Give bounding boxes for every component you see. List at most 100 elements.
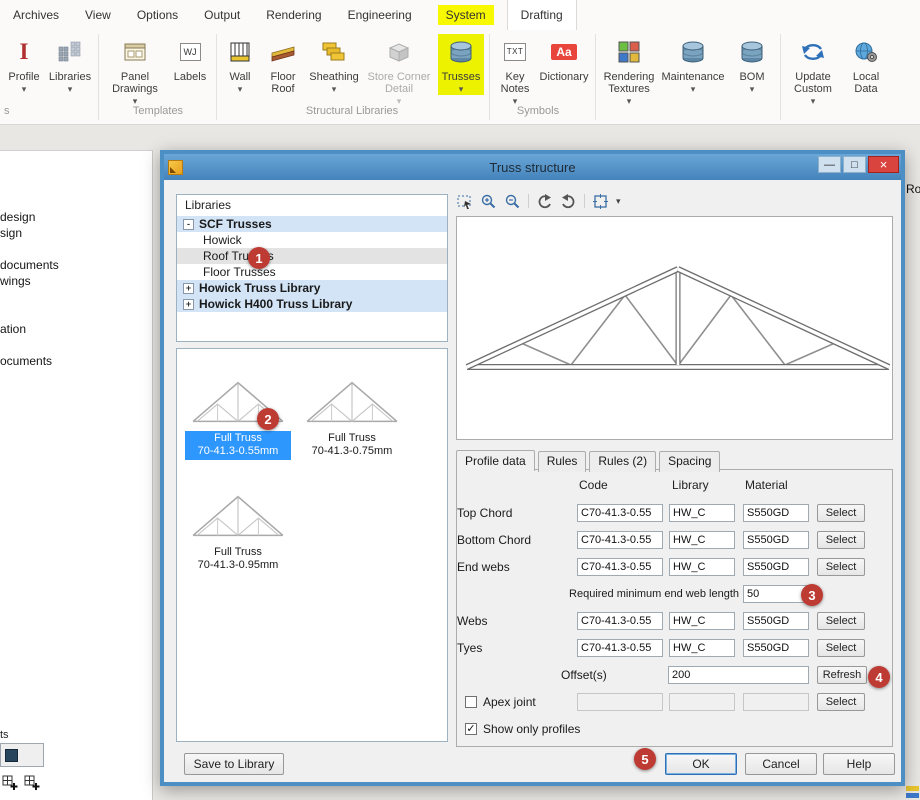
ribbon-button-trusses[interactable]: Trusses: [438, 34, 484, 95]
tree-item-howick-truss-library[interactable]: + Howick Truss Library: [177, 280, 447, 296]
menu-tab-drafting[interactable]: Drafting: [507, 0, 577, 30]
end-webs-select-button[interactable]: Select: [817, 558, 865, 576]
ribbon-button-maintenance[interactable]: Maintenance: [660, 34, 726, 95]
ribbon-button-update-custom[interactable]: Update Custom: [786, 34, 840, 107]
sidebar-item-design[interactable]: design: [0, 210, 35, 224]
bottom-chord-code-input[interactable]: [577, 531, 663, 549]
tree-item-label: Howick Truss Library: [199, 281, 320, 295]
cancel-button[interactable]: Cancel: [745, 753, 817, 775]
mini-panel-tab[interactable]: [0, 743, 44, 767]
ribbon-button-profile[interactable]: I Profile: [4, 34, 44, 95]
bottom-chord-material-input[interactable]: [743, 531, 809, 549]
tab-rules-2[interactable]: Rules (2): [589, 451, 656, 472]
tab-profile-data[interactable]: Profile data: [456, 450, 535, 471]
add-grid-icon[interactable]: [2, 775, 18, 791]
ribbon-button-bom[interactable]: BOM: [729, 34, 775, 95]
ribbon-button-panel-drawings[interactable]: Panel Drawings: [104, 34, 166, 107]
show-only-profiles-checkbox[interactable]: [465, 723, 477, 735]
ribbon-button-local-data[interactable]: Local Data: [843, 34, 889, 95]
tree-item-scf-trusses[interactable]: - SCF Trusses: [177, 216, 447, 232]
tree-item-label: SCF Trusses: [199, 217, 272, 231]
sidebar-item-ocuments[interactable]: ocuments: [0, 354, 52, 368]
close-button[interactable]: ×: [868, 156, 899, 173]
annotation-badge-1: 1: [248, 247, 270, 269]
webs-select-button[interactable]: Select: [817, 612, 865, 630]
zoom-out-icon[interactable]: [504, 193, 521, 210]
top-chord-material-input[interactable]: [743, 504, 809, 522]
thumbnail-full-truss-075[interactable]: Full Truss70-41.3-0.75mm: [299, 359, 405, 460]
collapse-icon[interactable]: -: [183, 219, 194, 230]
menu-tab-archives[interactable]: Archives: [0, 0, 72, 30]
tab-rules[interactable]: Rules: [538, 451, 587, 472]
menu-tab-options[interactable]: Options: [124, 0, 191, 30]
tyes-material-input[interactable]: [743, 639, 809, 657]
tree-item-howick-h400-truss-library[interactable]: + Howick H400 Truss Library: [177, 296, 447, 312]
show-only-profiles-label: Show only profiles: [483, 720, 580, 738]
minimize-button[interactable]: —: [818, 156, 841, 173]
tree-item-floor-trusses[interactable]: Floor Trusses: [177, 264, 447, 280]
min-end-web-length-input[interactable]: [743, 585, 809, 603]
add-grid-icon[interactable]: [24, 775, 40, 791]
end-webs-library-input[interactable]: [669, 558, 735, 576]
bottom-chord-select-button[interactable]: Select: [817, 531, 865, 549]
thumbnail-full-truss-095[interactable]: Full Truss70-41.3-0.95mm: [185, 473, 291, 574]
tyes-library-input[interactable]: [669, 639, 735, 657]
application-window: Archives View Options Output Rendering E…: [0, 0, 920, 800]
ribbon-button-store-corner-detail[interactable]: Store Corner Detail: [363, 34, 435, 107]
sidebar-item-drawings[interactable]: wings: [0, 274, 31, 288]
tree-item-howick[interactable]: Howick: [177, 232, 447, 248]
zoom-extents-caret-icon[interactable]: ▾: [616, 196, 621, 207]
ribbon-button-libraries[interactable]: Libraries: [47, 34, 93, 95]
menu-tab-output[interactable]: Output: [191, 0, 253, 30]
ribbon-button-rendering-textures[interactable]: Rendering Textures: [601, 34, 657, 107]
webs-material-input[interactable]: [743, 612, 809, 630]
offsets-input[interactable]: [668, 666, 809, 684]
tab-spacing[interactable]: Spacing: [659, 451, 720, 472]
ribbon-button-sheathing[interactable]: Sheathing: [308, 34, 360, 95]
end-webs-material-input[interactable]: [743, 558, 809, 576]
menu-tab-system[interactable]: System: [425, 0, 507, 30]
menu-tab-view[interactable]: View: [72, 0, 124, 30]
zoom-in-icon[interactable]: [480, 193, 497, 210]
rotate-left-icon[interactable]: [536, 193, 553, 210]
ribbon-button-wall[interactable]: Wall: [222, 34, 258, 95]
ribbon-button-floor-roof[interactable]: Floor Roof: [261, 34, 305, 95]
webs-library-input[interactable]: [669, 612, 735, 630]
bottom-chord-library-input[interactable]: [669, 531, 735, 549]
top-chord-library-input[interactable]: [669, 504, 735, 522]
menu-tab-rendering[interactable]: Rendering: [253, 0, 334, 30]
zoom-window-icon[interactable]: [456, 193, 473, 210]
menu-tab-engineering[interactable]: Engineering: [335, 0, 425, 30]
sidebar-item-ation[interactable]: ation: [0, 322, 26, 336]
ok-button[interactable]: OK: [665, 753, 737, 775]
row-label-top-chord: Top Chord: [457, 504, 512, 522]
top-chord-select-button[interactable]: Select: [817, 504, 865, 522]
sidebar-item-documents[interactable]: documents: [0, 258, 59, 272]
thumbnail-full-truss-055[interactable]: Full Truss70-41.3-0.55mm: [185, 359, 291, 460]
dialog-titlebar[interactable]: Truss structure — □ ×: [164, 154, 901, 180]
truss-preview-canvas[interactable]: [456, 216, 893, 440]
refresh-button[interactable]: Refresh: [817, 666, 867, 684]
apex-joint-checkbox[interactable]: [465, 696, 477, 708]
ribbon-button-label: Store Corner Detail: [365, 71, 433, 95]
maximize-button[interactable]: □: [843, 156, 866, 173]
expand-icon[interactable]: +: [183, 299, 194, 310]
tyes-code-input[interactable]: [577, 639, 663, 657]
ribbon-button-labels[interactable]: WJ Labels: [169, 34, 211, 83]
ribbon-button-dictionary[interactable]: Aa Dictionary: [538, 34, 590, 83]
webs-code-input[interactable]: [577, 612, 663, 630]
ribbon-button-label: Maintenance: [662, 71, 725, 83]
help-button[interactable]: Help: [823, 753, 895, 775]
sidebar-item-sign[interactable]: sign: [0, 226, 22, 240]
apex-select-button[interactable]: Select: [817, 693, 865, 711]
tree-item-roof-trusses[interactable]: Roof Trusses: [177, 248, 447, 264]
ribbon-button-label: Sheathing: [309, 71, 359, 83]
expand-icon[interactable]: +: [183, 283, 194, 294]
end-webs-code-input[interactable]: [577, 558, 663, 576]
top-chord-code-input[interactable]: [577, 504, 663, 522]
ribbon-button-key-notes[interactable]: TXT Key Notes: [495, 34, 535, 107]
zoom-extents-icon[interactable]: [592, 193, 609, 210]
save-to-library-button[interactable]: Save to Library: [184, 753, 284, 775]
tyes-select-button[interactable]: Select: [817, 639, 865, 657]
rotate-right-icon[interactable]: [560, 193, 577, 210]
